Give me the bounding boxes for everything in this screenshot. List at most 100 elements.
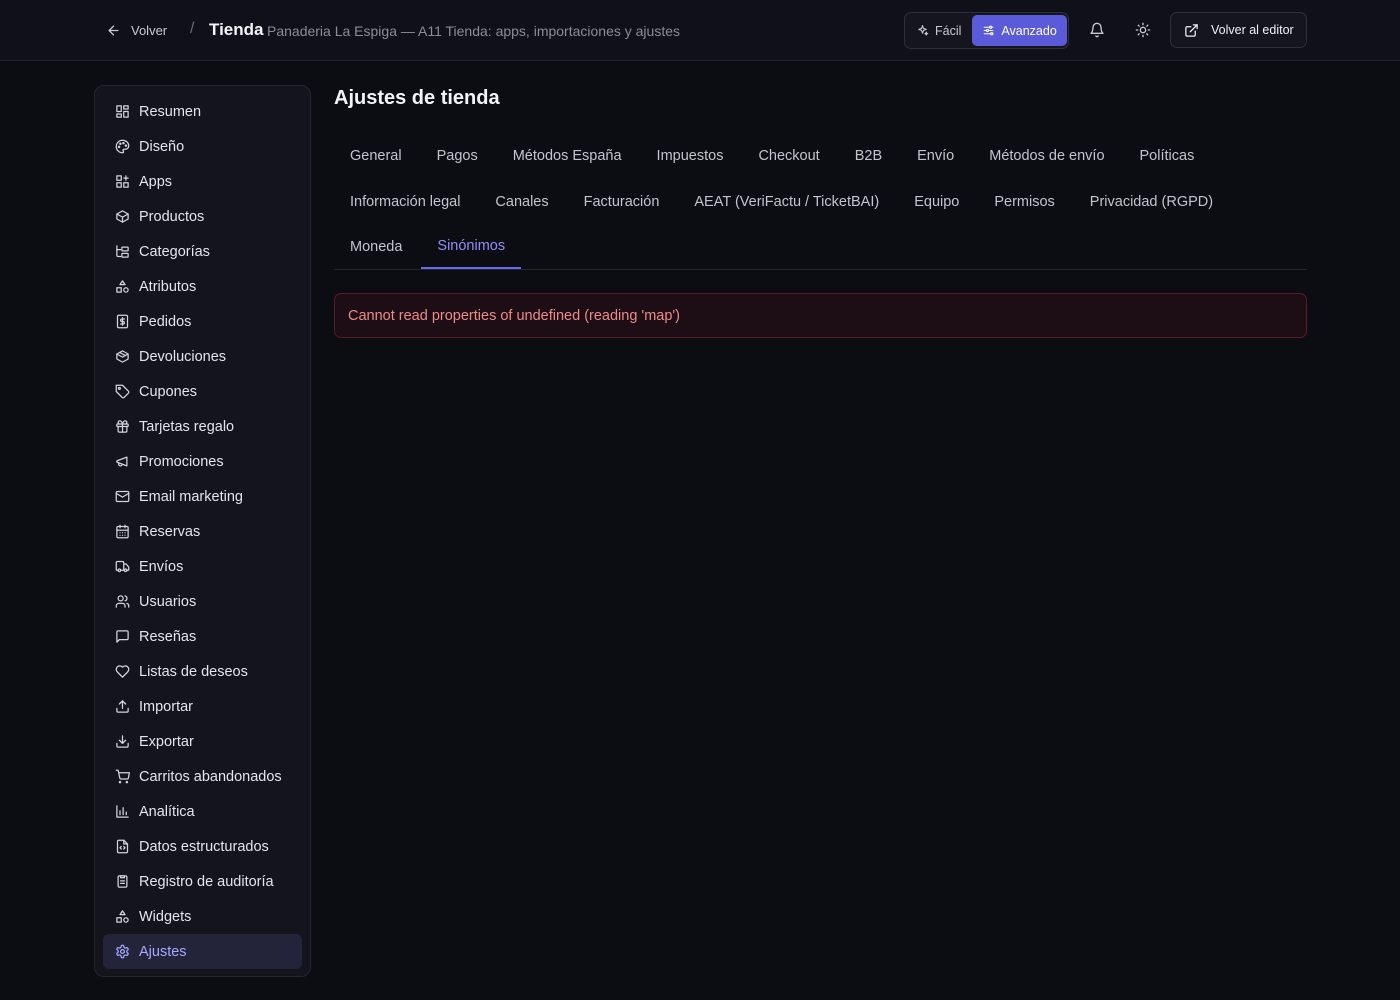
sparkles-icon [918, 25, 929, 36]
megaphone-icon [116, 456, 128, 467]
download-icon [116, 735, 129, 748]
upload-icon [116, 700, 129, 713]
tab-aeat-verifactu-ticketbai[interactable]: AEAT (VeriFactu / TicketBAI) [678, 179, 895, 224]
mode-advanced-button[interactable]: Avanzado [972, 15, 1067, 46]
mode-advanced-label: Avanzado [1001, 23, 1057, 38]
tab-facturacion[interactable]: Facturación [568, 179, 676, 224]
sidebar-item-widgets[interactable]: Widgets [103, 899, 302, 934]
page-section-title: Tienda [209, 20, 264, 39]
notifications-button[interactable] [1083, 16, 1111, 44]
mode-easy-button[interactable]: Fácil [907, 15, 970, 46]
sidebar-item-label: Productos [139, 208, 205, 225]
sidebar-item-atributos[interactable]: Atributos [103, 269, 302, 304]
sidebar-item-apps[interactable]: Apps [103, 164, 302, 199]
tab-sinonimos[interactable]: Sinónimos [421, 224, 522, 269]
back-to-editor-label: Volver al editor [1211, 23, 1294, 37]
sidebar-item-productos[interactable]: Productos [103, 199, 302, 234]
receipt-icon [116, 314, 129, 329]
sidebar-item-cupones[interactable]: Cupones [103, 374, 302, 409]
sidebar-item-label: Registro de auditoría [139, 873, 274, 890]
back-to-editor-button[interactable]: Volver al editor [1170, 12, 1307, 48]
sidebar-item-label: Cupones [139, 383, 198, 400]
sidebar-item-label: Atributos [139, 278, 197, 295]
clipboard-icon [117, 875, 128, 888]
sidebar-item-label: Reservas [139, 523, 201, 540]
sidebar-item-importar[interactable]: Importar [103, 689, 302, 724]
theme-toggle-button[interactable] [1129, 16, 1157, 44]
sidebar-item-resenas[interactable]: Reseñas [103, 619, 302, 654]
sidebar-item-datos-estructurados[interactable]: Datos estructurados [103, 829, 302, 864]
sliders-icon [984, 25, 994, 36]
sidebar-item-devoluciones[interactable]: Devoluciones [103, 339, 302, 374]
tab-permisos[interactable]: Permisos [978, 179, 1070, 224]
tab-general[interactable]: General [334, 133, 418, 178]
sidebar-item-carritos-abandonados[interactable]: Carritos abandonados [103, 759, 302, 794]
sidebar-item-pedidos[interactable]: Pedidos [103, 304, 302, 339]
palette-icon [115, 139, 130, 154]
tab-envio[interactable]: Envío [901, 133, 970, 178]
users-icon [115, 595, 130, 608]
gear-icon [116, 944, 129, 959]
sidebar-item-resumen[interactable]: Resumen [103, 94, 302, 129]
sidebar-item-label: Categorías [139, 243, 210, 260]
calendar-icon [116, 524, 129, 539]
sun-icon [1135, 22, 1151, 38]
back-label: Volver [131, 22, 168, 38]
tab-canales[interactable]: Canales [479, 179, 564, 224]
tab-metodos-espana[interactable]: Métodos España [497, 133, 638, 178]
mode-easy-label: Fácil [935, 23, 962, 38]
tab-b2b[interactable]: B2B [839, 133, 898, 178]
package-icon [116, 210, 129, 223]
sidebar-item-tarjetas-regalo[interactable]: Tarjetas regalo [103, 409, 302, 444]
sidebar-item-diseno[interactable]: Diseño [103, 129, 302, 164]
tab-equipo[interactable]: Equipo [898, 179, 975, 224]
sidebar-item-label: Tarjetas regalo [139, 418, 235, 435]
tab-privacidad-rgpd[interactable]: Privacidad (RGPD) [1074, 179, 1229, 224]
external-link-icon [1185, 23, 1198, 37]
sidebar-item-label: Email marketing [139, 488, 243, 505]
sidebar-item-label: Analítica [139, 803, 195, 820]
settings-tabs: General Pagos Métodos España Impuestos Check… [334, 133, 1307, 270]
gift-icon [116, 420, 129, 433]
tab-moneda[interactable]: Moneda [334, 224, 418, 269]
tab-informacion-legal[interactable]: Información legal [334, 179, 476, 224]
sidebar-item-label: Pedidos [139, 313, 192, 330]
sidebar-item-usuarios[interactable]: Usuarios [103, 584, 302, 619]
sidebar-item-registro-de-auditoria[interactable]: Registro de auditoría [103, 864, 302, 899]
apps-icon [116, 175, 129, 188]
back-button[interactable]: Volver [100, 15, 173, 45]
tab-checkout[interactable]: Checkout [742, 133, 835, 178]
tab-metodos-de-envio[interactable]: Métodos de envío [973, 133, 1120, 178]
sidebar-item-promociones[interactable]: Promociones [103, 444, 302, 479]
sidebar-item-categorias[interactable]: Categorías [103, 234, 302, 269]
sidebar: Resumen Diseño Apps Productos Categorías Atri… [94, 85, 311, 977]
tab-politicas[interactable]: Políticas [1124, 133, 1211, 178]
sidebar-item-label: Diseño [139, 138, 185, 155]
shapes-icon [116, 280, 129, 293]
sidebar-item-label: Ajustes [139, 943, 187, 960]
sidebar-item-analitica[interactable]: Analítica [103, 794, 302, 829]
cart-icon [115, 769, 130, 784]
dashboard-icon [116, 105, 129, 118]
sidebar-item-label: Envíos [139, 558, 184, 575]
sidebar-item-exportar[interactable]: Exportar [103, 724, 302, 759]
sidebar-item-label: Listas de deseos [139, 663, 248, 680]
sidebar-item-ajustes[interactable]: Ajustes [103, 934, 302, 969]
breadcrumb-separator: / [190, 20, 195, 37]
page-title: Ajustes de tienda [334, 87, 500, 109]
sidebar-item-reservas[interactable]: Reservas [103, 514, 302, 549]
sidebar-item-email-marketing[interactable]: Email marketing [103, 479, 302, 514]
sidebar-item-envios[interactable]: Envíos [103, 549, 302, 584]
top-bar: Volver / Tienda Panaderia La Espiga — A1… [0, 0, 1400, 61]
tab-pagos[interactable]: Pagos [421, 133, 494, 178]
heart-icon [115, 665, 130, 678]
tab-impuestos[interactable]: Impuestos [641, 133, 740, 178]
error-alert: Cannot read properties of undefined (rea… [334, 293, 1307, 338]
mail-icon [115, 490, 130, 503]
mode-toggle: Fácil Avanzado [904, 12, 1069, 49]
tab-row-2: Información legal Canales Facturación AEAT … [334, 179, 1232, 224]
sidebar-item-label: Widgets [139, 908, 192, 925]
sidebar-item-listas-de-deseos[interactable]: Listas de deseos [103, 654, 302, 689]
bar-chart-icon [116, 805, 129, 818]
page-subtitle: Panaderia La Espiga — A11 Tienda: apps, … [267, 23, 680, 39]
